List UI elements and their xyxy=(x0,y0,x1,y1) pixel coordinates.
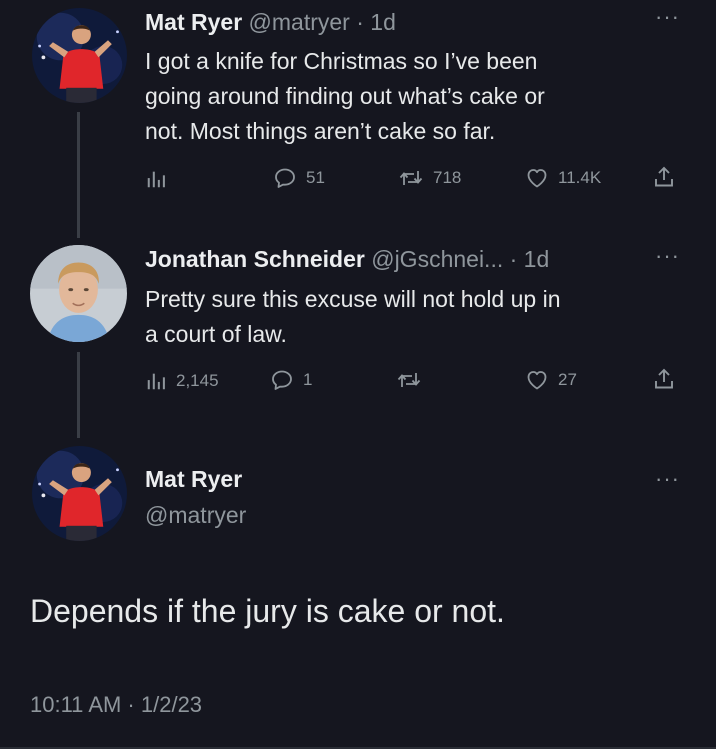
author-handle[interactable]: @matryer xyxy=(145,502,246,529)
share-button[interactable] xyxy=(652,165,676,189)
tweet-timestamp[interactable]: 10:11 AM · 1/2/23 xyxy=(30,692,202,718)
views-button[interactable]: 2,145 xyxy=(145,370,219,392)
retweet-icon xyxy=(396,368,422,392)
share-icon xyxy=(652,165,676,189)
like-count: 27 xyxy=(558,370,577,389)
more-options-icon[interactable]: ··· xyxy=(655,468,680,490)
author-handle-time[interactable]: @matryer · 1d xyxy=(249,9,396,35)
avatar[interactable] xyxy=(32,446,127,541)
views-count: 2,145 xyxy=(176,371,219,390)
analytics-icon xyxy=(145,370,167,392)
author-name[interactable]: Mat Ryer xyxy=(145,466,242,493)
tweet-text: Pretty sure this excuse will not hold up… xyxy=(145,282,560,352)
like-button[interactable]: 27 xyxy=(525,368,577,392)
main-tweet-text: Depends if the jury is cake or not. xyxy=(30,593,505,629)
like-count: 11.4K xyxy=(558,168,602,187)
like-button[interactable]: 11.4K xyxy=(525,166,601,190)
share-button[interactable] xyxy=(652,367,676,391)
thread-connector xyxy=(77,112,80,238)
author-name[interactable]: Jonathan Schneider xyxy=(145,246,365,272)
reply-button[interactable]: 51 xyxy=(273,166,325,190)
author-name[interactable]: Mat Ryer xyxy=(145,9,242,35)
tweet-text-line: Pretty sure this excuse will not hold up… xyxy=(145,286,561,312)
more-options-icon[interactable]: ··· xyxy=(655,6,680,28)
tweet-header: Jonathan Schneider @jGschnei... · 1d xyxy=(145,246,549,273)
reply-count: 1 xyxy=(303,370,313,389)
author-handle-time[interactable]: @jGschnei... · 1d xyxy=(371,246,549,272)
thread-connector xyxy=(77,352,80,438)
retweet-button[interactable]: 718 xyxy=(398,166,461,190)
retweet-button[interactable] xyxy=(396,368,422,392)
analytics-button[interactable] xyxy=(145,168,167,190)
like-icon xyxy=(525,368,549,392)
retweet-count: 718 xyxy=(433,168,462,187)
reply-icon xyxy=(273,166,297,190)
share-icon xyxy=(652,367,676,391)
tweet-text-line: going around finding out what’s cake or xyxy=(145,83,545,109)
avatar[interactable] xyxy=(30,245,127,342)
tweet-text: I got a knife for Christmas so I’ve been… xyxy=(145,44,545,149)
avatar[interactable] xyxy=(32,8,127,103)
more-options-icon[interactable]: ··· xyxy=(655,245,680,267)
tweet-text-line: a court of law. xyxy=(145,321,287,347)
retweet-icon xyxy=(398,166,424,190)
reply-icon xyxy=(270,368,294,392)
tweet-header: Mat Ryer @matryer · 1d xyxy=(145,9,396,36)
analytics-icon xyxy=(145,168,167,190)
tweet-text-line: not. Most things aren’t cake so far. xyxy=(145,118,496,144)
tweet-text-line: I got a knife for Christmas so I’ve been xyxy=(145,48,538,74)
reply-button[interactable]: 1 xyxy=(270,368,312,392)
like-icon xyxy=(525,166,549,190)
reply-count: 51 xyxy=(306,168,325,187)
